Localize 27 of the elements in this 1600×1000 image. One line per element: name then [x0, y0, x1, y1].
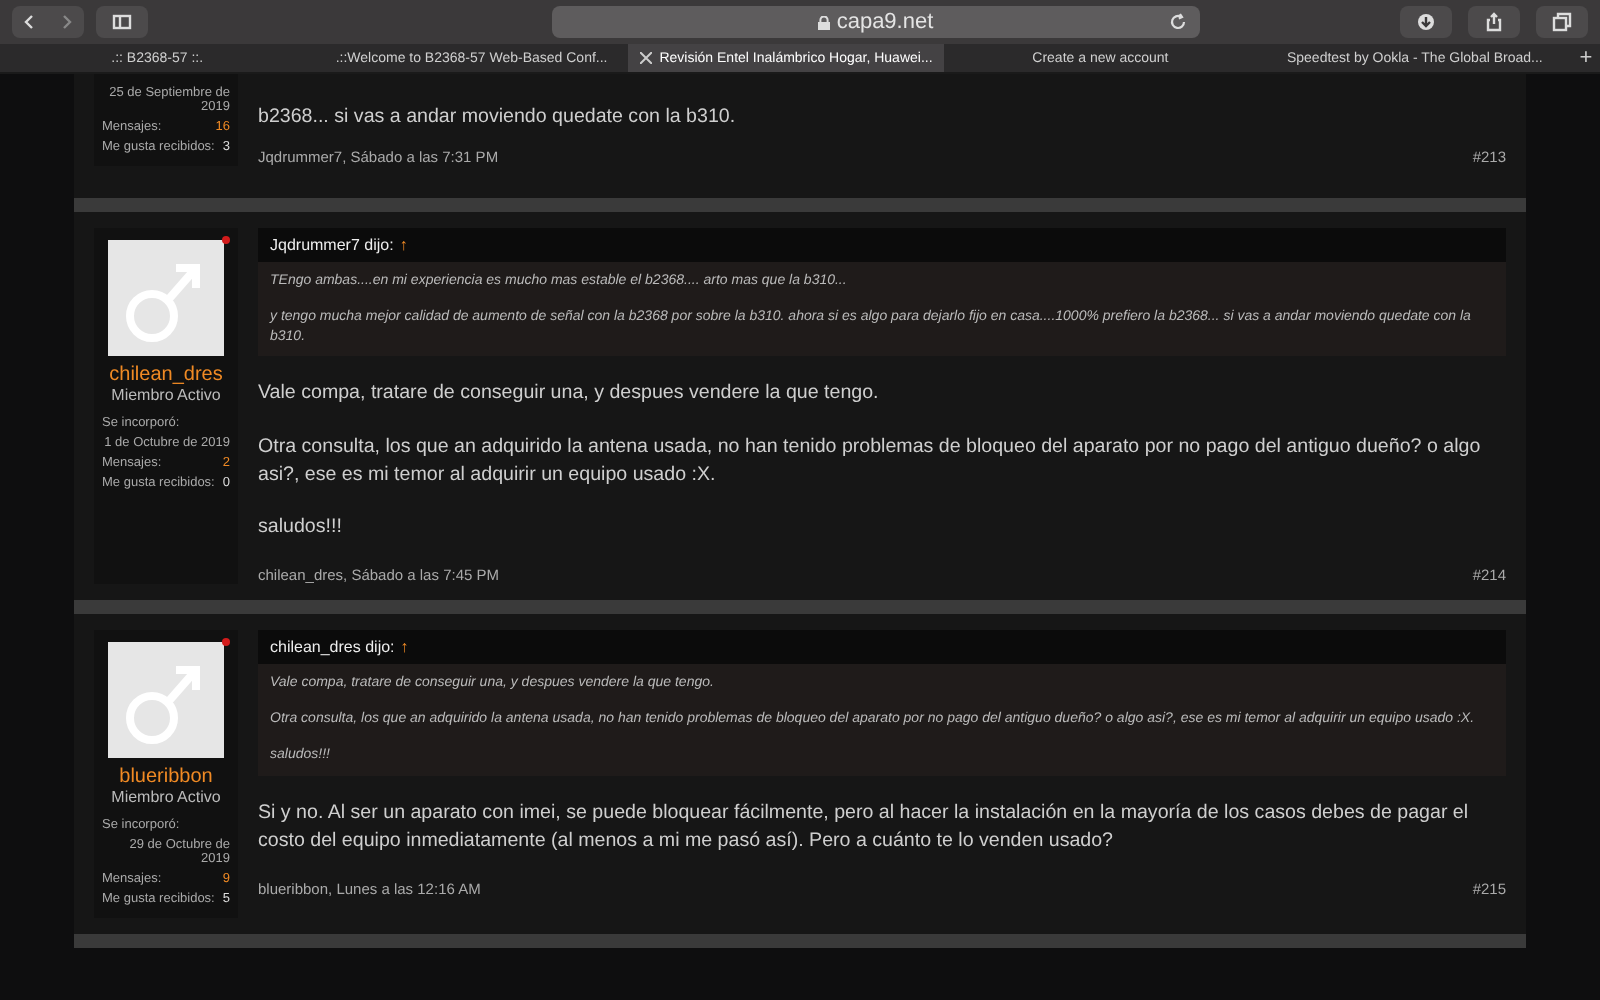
message-text: Vale compa, tratare de conseguir una, y despues vendere la que tengo. — [258, 380, 881, 409]
lock-icon — [818, 15, 831, 29]
quote-link[interactable]: ↑ — [400, 638, 409, 657]
quote-author: Jqdrummer7 dijo: — [270, 236, 394, 254]
share-button[interactable] — [1468, 6, 1520, 38]
tabs-button[interactable] — [1536, 6, 1588, 38]
sidebar-button[interactable] — [96, 6, 148, 38]
message-text: Si y no. Al ser un aparato con imei, se puede bloquear fácilmente, pero al hacer la instalación en la mayoría de los casos debes de pagar el costo del equipo inmediatamente (al menos a mi me pasó así). Pero a cuánto te lo venden usado? — [258, 799, 1471, 856]
quote-link[interactable]: ↑ — [399, 236, 408, 254]
message-text: Otra consulta, los que an adquirido la antena usada, no han tenido problemas de bloqueo del aparato por no pago del antiguo dueño? o algo asi?, ese es mi temor al adquirir un equipo usado :X. — [258, 433, 1483, 490]
user-title: Miembro Activo — [111, 386, 221, 404]
quote-author: chilean_dres dijo: — [270, 638, 395, 657]
download-icon[interactable] — [1416, 12, 1436, 32]
address-text: capa9.net — [836, 10, 934, 34]
address-bar[interactable]: capa9.net — [552, 6, 1200, 38]
tabs-icon[interactable] — [1552, 12, 1572, 32]
message-text: saludos!!! — [258, 514, 344, 542]
download-button[interactable] — [1400, 6, 1452, 38]
close-icon[interactable] — [639, 52, 652, 64]
reload-icon[interactable] — [1168, 12, 1188, 32]
share-icon[interactable] — [1484, 12, 1504, 32]
new-tab-button[interactable]: + — [1572, 44, 1600, 72]
sidebar-icon[interactable] — [112, 12, 132, 32]
username-link[interactable]: blueribbon — [119, 766, 213, 789]
message-text: b2368... si vas a andar moviendo quedate con la b310. — [258, 103, 738, 132]
user-title: Miembro Activo — [111, 788, 221, 807]
username-link[interactable]: chilean_dres — [109, 364, 223, 386]
